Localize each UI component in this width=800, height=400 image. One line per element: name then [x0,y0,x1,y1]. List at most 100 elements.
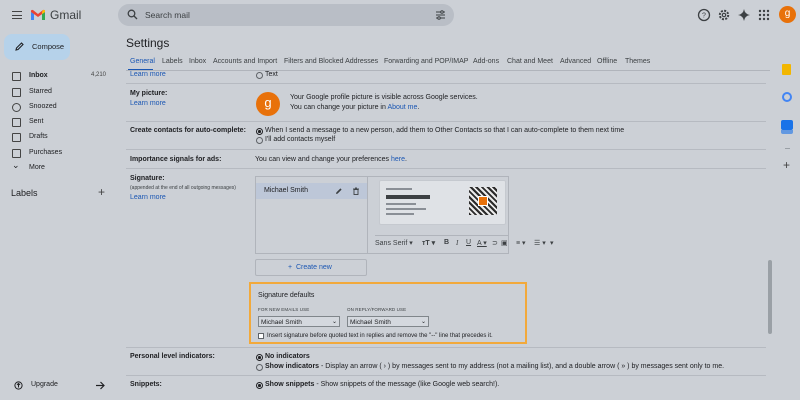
tasks-icon[interactable] [782,92,792,102]
learn-more-link[interactable]: Learn more [130,194,166,201]
gemini-icon[interactable] [737,8,751,22]
search-bar[interactable]: Search mail [118,4,454,26]
tab-advanced[interactable]: Advanced [560,58,591,65]
no-indicators-radio[interactable] [256,354,263,361]
text-option-label: Text [265,71,278,78]
page-title: Settings [126,36,170,50]
tab-chat-and-meet[interactable]: Chat and Meet [507,58,553,65]
preferences-link[interactable]: here [391,156,405,163]
row-divider [126,375,766,376]
plus-icon: + [288,264,293,271]
new-emails-label: FOR NEW EMAILS USE [258,307,310,312]
link-icon[interactable]: ⊃ [492,239,498,247]
upgrade-label: Upgrade [31,381,58,388]
auto-add-contacts-radio[interactable] [256,128,263,135]
compose-button[interactable]: Compose [4,34,70,60]
importance-text: You can view and change your preferences… [255,156,407,163]
signature-label: Signature: [130,175,165,182]
signature-content-editor[interactable]: Sans Serif ▾ тT ▾ B I U A ▾ ⊃ ▣ [375,177,508,253]
delete-icon[interactable] [352,187,360,195]
new-emails-signature-select[interactable]: Michael Smith ⌄ [258,316,340,327]
sidebar-item-label: Snoozed [29,103,57,110]
underline-icon[interactable]: U [466,239,471,246]
card-line [386,203,416,205]
more-formatting-icon[interactable]: ▾ [550,239,554,247]
tab-inbox[interactable]: Inbox [189,58,206,65]
signature-name: Michael Smith [264,187,308,194]
tab-accounts-and-import[interactable]: Accounts and Import [213,58,277,65]
draft-icon [12,133,21,142]
text-size-icon[interactable]: тT ▾ [422,239,435,247]
qr-code-icon [469,187,497,215]
tab-offline[interactable]: Offline [597,58,617,65]
sidebar-item-drafts[interactable]: Drafts [0,131,112,144]
add-label-button[interactable]: + [98,185,105,199]
insert-before-quoted-checkbox[interactable] [258,333,264,339]
sidebar-item-starred[interactable]: Starred [0,86,112,99]
sidebar-item-more[interactable]: ⌄ More [0,160,112,175]
about-me-link[interactable]: About me [387,104,417,111]
font-select[interactable]: Sans Serif ▾ [375,239,413,247]
show-snippets-radio[interactable] [256,382,263,389]
profile-picture[interactable]: g [256,92,280,116]
get-addons-icon[interactable]: + [783,158,790,172]
list-icon[interactable]: ☰ ▾ [534,239,546,247]
text-radio[interactable] [256,72,263,79]
picture-info-text: Your Google profile picture is visible a… [290,94,478,101]
show-indicators-radio[interactable] [256,364,263,371]
learn-more-link[interactable]: Learn more [130,71,166,78]
main-menu-icon[interactable] [12,11,22,19]
image-icon[interactable]: ▣ [501,239,508,247]
text-color-icon[interactable]: A ▾ [477,239,487,247]
tab-themes[interactable]: Themes [625,58,650,65]
search-input[interactable]: Search mail [145,10,190,20]
tab-labels[interactable]: Labels [162,58,183,65]
sidebar-item-snoozed[interactable]: Snoozed [0,101,112,114]
align-icon[interactable]: ≡ ▾ [516,239,526,247]
signature-defaults-title: Signature defaults [258,292,315,299]
search-options-icon[interactable] [435,9,446,20]
signature-list: Michael Smith [256,177,368,253]
apps-grid-icon[interactable] [757,8,771,22]
settings-icon[interactable] [717,8,731,22]
gmail-logo[interactable]: Gmail [30,8,81,22]
signature-item[interactable]: Michael Smith [256,183,367,199]
sidebar-item-label: Starred [29,88,52,95]
inbox-icon [12,72,21,81]
contacts-icon[interactable] [781,120,793,130]
tab-filters-and-blocked-addresses[interactable]: Filters and Blocked Addresses [284,58,378,65]
learn-more-link[interactable]: Learn more [130,100,166,107]
top-bar: Gmail Search mail ? g [0,0,800,32]
search-icon[interactable] [127,9,138,20]
tab-forwarding-and-pop-imap[interactable]: Forwarding and POP/IMAP [384,58,468,65]
sidebar-item-inbox[interactable]: Inbox 4,210 [0,70,112,83]
tab-add-ons[interactable]: Add-ons [473,58,499,65]
keep-icon[interactable] [782,64,791,75]
unread-count: 4,210 [90,72,106,78]
row-divider [126,121,766,122]
italic-icon[interactable]: I [456,239,458,247]
tag-icon [12,149,21,158]
arrow-right-icon[interactable] [95,381,105,390]
settings-tabs: General Labels Inbox Accounts and Import Fil… [126,55,770,71]
sidebar-item-purchases[interactable]: Purchases [0,147,112,160]
sidebar-item-label: Inbox [29,72,48,79]
signature-sub-label: (appended at the end of all outgoing mes… [130,185,236,191]
account-avatar[interactable]: g [779,6,796,23]
show-snippets-option: Show snippets - Show snippets of the mes… [265,381,500,388]
card-line [386,208,426,210]
reply-forward-signature-select[interactable]: Michael Smith ⌄ [347,316,429,327]
sidebar-item-sent[interactable]: Sent [0,116,112,129]
row-divider [126,347,766,348]
create-new-signature-button[interactable]: + Create new [255,259,367,276]
bold-icon[interactable]: B [444,239,449,246]
gmail-m-icon [31,9,45,20]
manual-contacts-radio[interactable] [256,137,263,144]
help-icon[interactable]: ? [697,8,711,22]
my-picture-label: My picture: [130,90,168,97]
edit-icon[interactable] [335,187,343,195]
app-name: Gmail [50,8,82,22]
chevron-down-icon: ⌄ [331,319,337,325]
tab-general[interactable]: General [130,58,155,65]
card-line [386,188,412,190]
